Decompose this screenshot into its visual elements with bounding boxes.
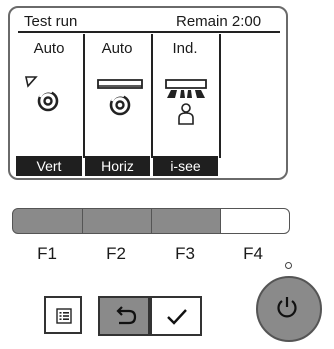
f1-label: F1 <box>37 244 57 263</box>
function-key-bar <box>12 208 290 234</box>
menu-icon <box>56 308 72 324</box>
screen-title: Test run <box>24 13 78 30</box>
remaining-time: Remain 2:00 <box>176 13 262 30</box>
f1-key[interactable] <box>12 208 83 234</box>
check-icon <box>165 307 189 327</box>
vane-left-right-swing-icon <box>94 78 146 124</box>
header-divider <box>18 31 280 33</box>
i-see-mode: Ind. <box>172 40 198 57</box>
f3-label: F3 <box>175 244 195 263</box>
f2-label: F2 <box>106 244 126 263</box>
function-label-f2: Horiz <box>85 156 150 176</box>
power-button[interactable] <box>256 276 322 342</box>
return-icon <box>113 306 139 328</box>
horizontal-vane-mode: Auto <box>101 40 133 57</box>
column-divider <box>151 34 153 158</box>
power-icon <box>275 295 299 319</box>
vertical-vane-mode: Auto <box>33 40 65 57</box>
operation-indicator-led <box>285 262 292 269</box>
function-label-f1: Vert <box>16 156 82 176</box>
column-divider <box>83 34 85 158</box>
confirm-button[interactable] <box>150 296 202 336</box>
i-see-sensor-person-icon <box>163 78 209 128</box>
f4-key[interactable] <box>220 208 290 234</box>
vane-up-down-swing-icon <box>24 74 64 124</box>
f2-key[interactable] <box>82 208 152 234</box>
column-divider <box>219 34 221 158</box>
f4-label: F4 <box>243 244 263 263</box>
return-button[interactable] <box>98 296 150 336</box>
f3-key[interactable] <box>151 208 221 234</box>
menu-button[interactable] <box>44 296 82 334</box>
function-label-f3: i-see <box>153 156 218 176</box>
